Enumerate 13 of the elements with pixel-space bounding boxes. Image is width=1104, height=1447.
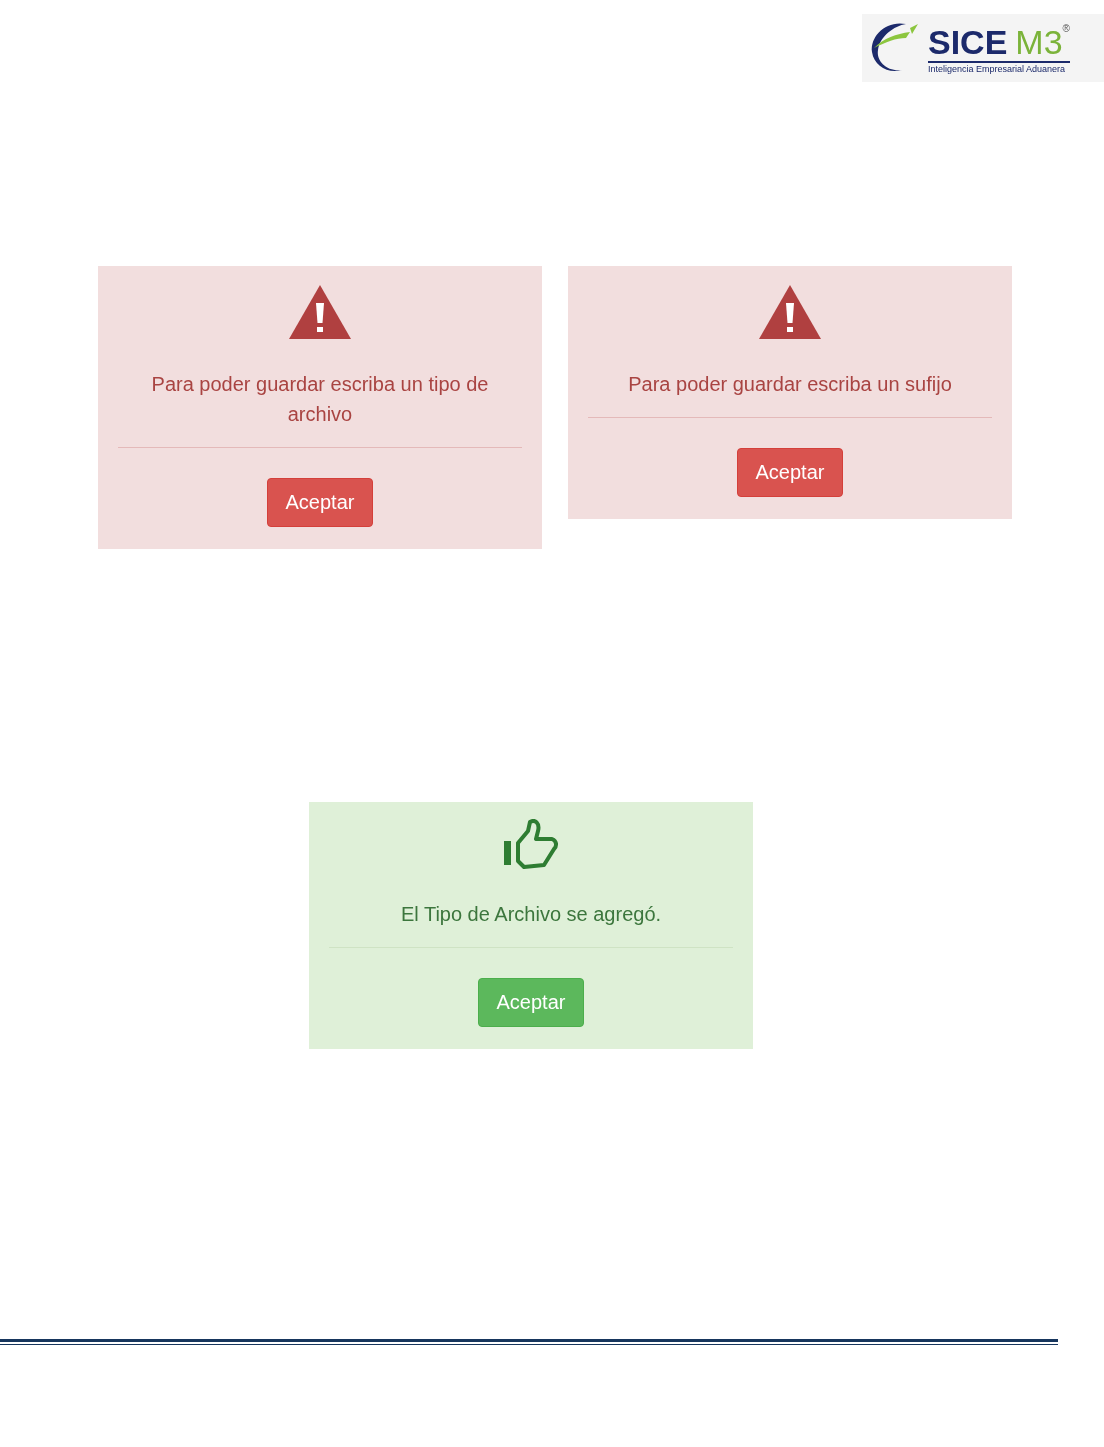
logo-tagline: Inteligencia Empresarial Aduanera xyxy=(928,60,1070,74)
registered-mark: ® xyxy=(1062,22,1070,34)
alert-message: El Tipo de Archivo se agregó. xyxy=(399,902,663,927)
logo-suffix: M3 xyxy=(1015,22,1063,61)
accept-button[interactable]: Aceptar xyxy=(736,448,844,497)
logo-brand: SICE xyxy=(928,22,1008,61)
alert-message: Para poder guardar escriba un tipo de archivo xyxy=(150,372,490,427)
thumbs-up-icon xyxy=(502,819,560,871)
accept-button[interactable]: Aceptar xyxy=(477,978,585,1027)
alert-message: Para poder guardar escriba un sufijo xyxy=(627,372,953,397)
accept-button[interactable]: Aceptar xyxy=(266,478,374,527)
warning-icon xyxy=(758,283,822,341)
warning-icon xyxy=(288,283,352,341)
